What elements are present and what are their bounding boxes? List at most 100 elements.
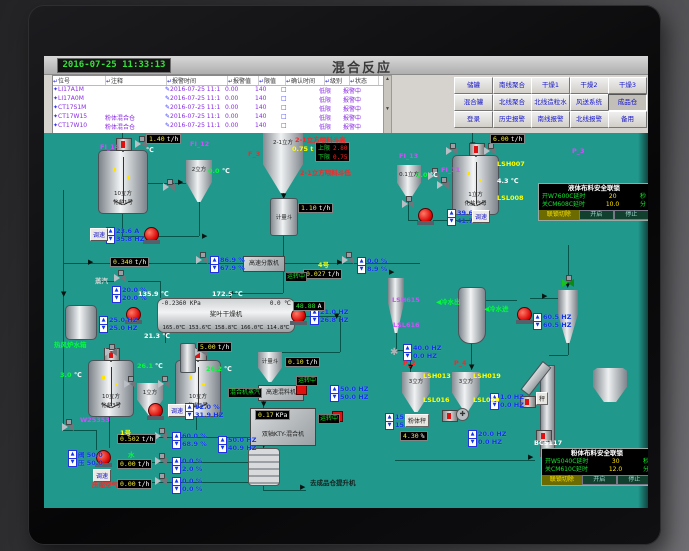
valve-icon[interactable]: [446, 147, 458, 156]
valve-icon[interactable]: [196, 256, 208, 265]
alarm-row[interactable]: ✦CT17S1M✎2016-07-25 11:10.00140□低限报警中: [53, 104, 383, 113]
nav-button[interactable]: 干燥2: [570, 77, 609, 94]
alarm-column-header[interactable]: ↵级别: [325, 76, 350, 85]
diagram-label: ℃: [155, 362, 163, 370]
alarm-cell-tag: ✦CT17S1M: [53, 104, 105, 113]
spinner-down-icon[interactable]: ▼: [99, 324, 108, 333]
spinner-down-icon[interactable]: ▼: [68, 458, 77, 467]
speed-button[interactable]: 调速: [472, 210, 490, 223]
valve-icon[interactable]: [342, 256, 354, 265]
nav-button[interactable]: 干燥1: [531, 77, 570, 94]
valve-icon[interactable]: [402, 200, 414, 209]
valve-icon[interactable]: [62, 423, 74, 432]
diagram-label: LSL616: [393, 321, 420, 329]
flow-arrow-icon: ▶: [389, 269, 394, 276]
interlock-start-button[interactable]: 开启: [579, 210, 614, 220]
nav-button[interactable]: 储罐: [454, 77, 493, 94]
nav-button[interactable]: 风送系统: [570, 94, 609, 111]
valve-icon[interactable]: [158, 380, 170, 389]
fan-icon[interactable]: ✚: [456, 408, 469, 421]
value-display: 0.17KPa: [255, 410, 290, 420]
valve-handle: [139, 136, 145, 142]
spinner-down-icon[interactable]: ▼: [172, 485, 181, 494]
spinner-down-icon[interactable]: ▼: [172, 465, 181, 474]
nav-button[interactable]: 北线造粒水: [531, 94, 570, 111]
spinner-down-icon[interactable]: ▼: [185, 411, 194, 420]
alarm-column-header[interactable]: ↵位号: [53, 76, 106, 85]
nav-button[interactable]: 混合罐: [454, 94, 493, 111]
valve-icon[interactable]: [155, 457, 167, 466]
feed-hopper: 计量斗: [258, 352, 282, 382]
pump-icon[interactable]: [418, 208, 433, 223]
equipment-tag: 秤: [536, 392, 548, 405]
alarm-column-header[interactable]: ↵报警值: [228, 76, 259, 85]
spinner-down-icon[interactable]: ▼: [218, 444, 227, 453]
alarm-cell-status: 报警中: [343, 113, 371, 122]
nav-button[interactable]: 干燥3: [608, 77, 647, 94]
spinner-down-icon[interactable]: ▼: [172, 440, 181, 449]
interlock-stop-button[interactable]: 停止: [617, 475, 648, 485]
nav-button[interactable]: 登录: [454, 111, 493, 128]
nav-button[interactable]: 备用: [608, 111, 647, 128]
alarm-table[interactable]: ↵位号↵注释↵报警时间↵报警值↵限值↵确认时间↵级别↵状态✦LI17A1M✎20…: [52, 75, 384, 134]
value-display: 6.00t/h: [490, 134, 525, 144]
alarm-column-header[interactable]: ↵限值: [259, 76, 286, 85]
spinner-down-icon[interactable]: ▼: [210, 264, 219, 273]
alarm-row[interactable]: ✦CT17W10粉体混合仓✎2016-07-25 11:10.00140□低限报…: [53, 122, 383, 131]
alarm-column-header[interactable]: ↵状态: [350, 76, 379, 85]
spinner-down-icon[interactable]: ▼: [447, 217, 456, 226]
spinner-down-icon[interactable]: ▼: [468, 438, 477, 447]
interlock-start-button[interactable]: 开启: [582, 475, 617, 485]
alarm-row[interactable]: ✦CT17W15粉体混合仓✎2016-07-25 11:10.00140□低限报…: [53, 113, 383, 122]
title-bar: 2016-07-25 11:33:13 混合反应: [44, 56, 648, 75]
valve-icon[interactable]: [163, 183, 175, 192]
display-value: 5.00: [200, 343, 216, 351]
valve-icon[interactable]: [484, 147, 496, 156]
display-unit: t/h: [142, 435, 154, 443]
speed-button[interactable]: 调速: [168, 404, 186, 417]
alarm-column-header[interactable]: ↵注释: [106, 76, 167, 85]
pump-icon[interactable]: [144, 227, 159, 242]
alarm-scrollbar[interactable]: ▲▼: [383, 75, 392, 134]
diagram-label: LSH615: [392, 296, 420, 304]
valve-icon[interactable]: [124, 380, 136, 389]
alarm-cell-val: 0.00: [225, 104, 255, 113]
setpoint-value: 1.0 HZ: [500, 393, 524, 401]
spinner-down-icon[interactable]: ▼: [385, 421, 394, 430]
interlock-bypass-label: 联锁切除: [542, 475, 582, 485]
spinner-down-icon[interactable]: ▼: [330, 393, 339, 402]
alarm-column-header[interactable]: ↵确认时间: [286, 76, 325, 85]
valve-icon[interactable]: [105, 348, 117, 357]
pump-icon[interactable]: [517, 307, 532, 322]
alarm-cell-status: 报警中: [343, 86, 371, 95]
setpoint-value: 50.0 HZ: [340, 385, 368, 393]
spinner-down-icon[interactable]: ▼: [533, 321, 542, 330]
valve-icon[interactable]: [155, 432, 167, 441]
alarm-cell-level: 低限: [319, 122, 343, 131]
tank-volume-label: 10立方: [99, 189, 147, 197]
spinner-down-icon[interactable]: ▼: [310, 316, 319, 325]
nav-button[interactable]: 成品仓: [608, 94, 647, 111]
pump-icon[interactable]: [148, 403, 163, 418]
interlock-stop-button[interactable]: 停止: [614, 210, 648, 220]
alarm-row[interactable]: ✦LI17A1M✎2016-07-25 11:10.00140□低限报警中: [53, 86, 383, 95]
nav-button[interactable]: 南线报警: [531, 111, 570, 128]
setpoint-value: 压 50.0: [78, 457, 103, 467]
nav-button[interactable]: 北线报警: [570, 111, 609, 128]
spinner-down-icon[interactable]: ▼: [357, 265, 366, 274]
diagram-label: 蒸汽: [95, 275, 108, 285]
nav-button[interactable]: 南线聚合: [493, 77, 532, 94]
rotary-valve-icon[interactable]: ✱: [390, 348, 398, 358]
nav-button[interactable]: 北线聚合: [493, 94, 532, 111]
panel-text: 开W7600C延时: [542, 193, 585, 201]
speed-button[interactable]: 调速: [90, 228, 108, 241]
open-valve-icon[interactable]: [562, 279, 574, 288]
nav-button[interactable]: 历史报警: [493, 111, 532, 128]
valve-icon[interactable]: [437, 181, 449, 190]
alarm-column-header[interactable]: ↵报警时间: [167, 76, 228, 85]
spinner-down-icon[interactable]: ▼: [112, 294, 121, 303]
setpoint-pair: ▲25.0 HZ▼25.0 HZ: [99, 316, 137, 332]
valve-icon[interactable]: [155, 477, 167, 486]
alarm-row[interactable]: ✦LI17A0M✎2016-07-25 11:10.00140□低限报警中: [53, 95, 383, 104]
valve-icon[interactable]: [114, 274, 126, 283]
